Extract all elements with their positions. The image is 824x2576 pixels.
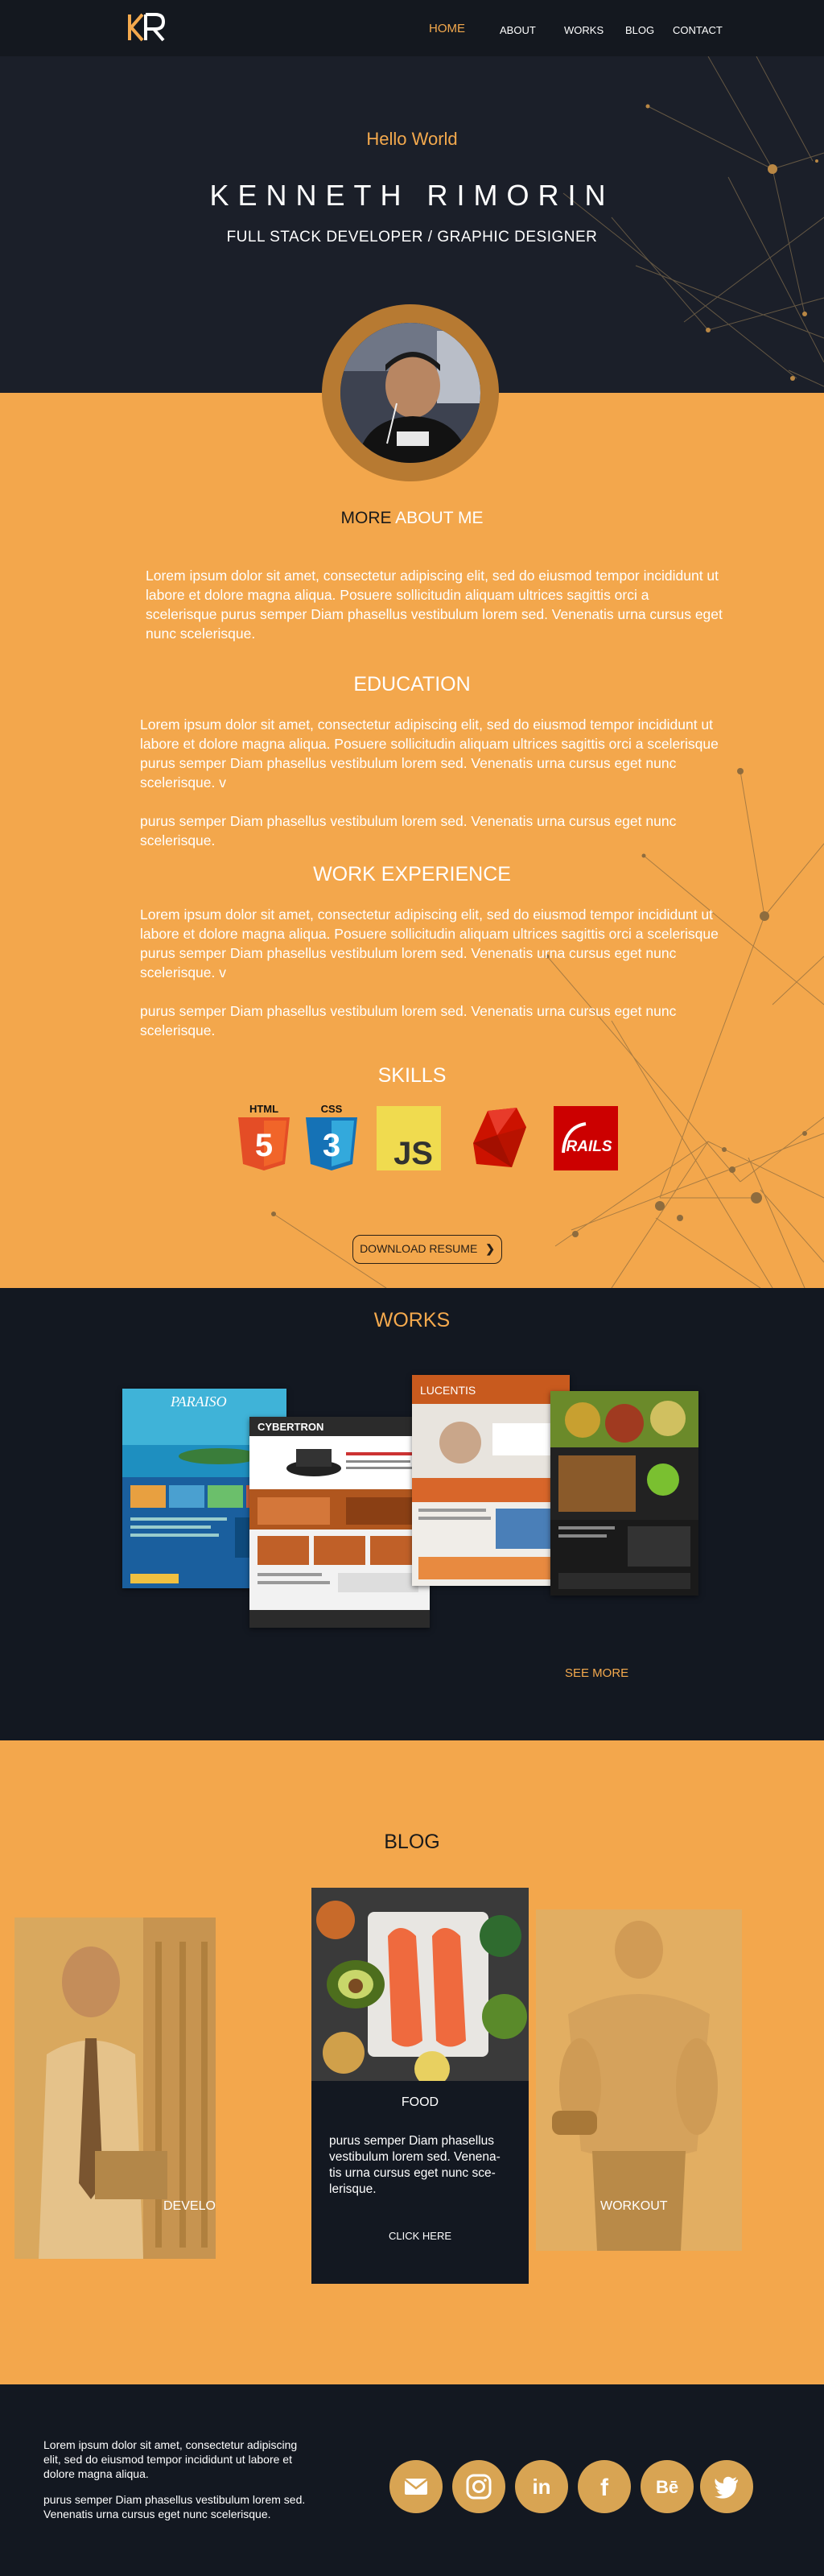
kr-logo[interactable]	[125, 11, 167, 43]
hero-role: FULL STACK DEVELOPER / GRAPHIC DESIGNER	[226, 229, 598, 246]
svg-text:CSS: CSS	[321, 1103, 343, 1115]
cybertron-screenshot: CYBERTRON	[249, 1417, 430, 1628]
skills-title: SKILLS	[377, 1064, 447, 1087]
food-photo	[311, 1888, 529, 2087]
blog-title: BLOG	[384, 1831, 440, 1853]
footer: Lorem ipsum dolor sit amet, consectetur …	[0, 2384, 824, 2576]
facebook-icon[interactable]: f	[578, 2460, 631, 2513]
nav-about[interactable]: ABOUT	[500, 24, 536, 36]
work-text: Lorem ipsum dolor sit amet, consectetur …	[140, 906, 719, 980]
download-resume-label: DOWNLOAD RESUME	[360, 1242, 478, 1255]
blog-card-workout-label: WORKOUT	[600, 2199, 668, 2213]
svg-text:JS: JS	[393, 1136, 433, 1170]
about-intro: Lorem ipsum dolor sit amet, consectetur …	[146, 568, 723, 642]
svg-text:CYBERTRON: CYBERTRON	[258, 1421, 323, 1433]
education-text-2: purus semper Diam phasellus vestibulum l…	[140, 813, 677, 848]
see-more-link[interactable]: SEE MORE	[565, 1666, 628, 1680]
click-here-button[interactable]: CLICK HERE	[311, 2230, 529, 2242]
nav-home[interactable]: HOME	[429, 22, 465, 35]
education-text: Lorem ipsum dolor sit amet, consectetur …	[140, 716, 719, 791]
footer-text-2: purus semper Diam phasellus vestibulum l…	[43, 2493, 306, 2520]
nav-contact[interactable]: CONTACT	[673, 24, 723, 36]
svg-text:5: 5	[255, 1128, 273, 1163]
rails-icon: RAILS	[554, 1106, 618, 1170]
blog-card-workout[interactable]: WORKOUT	[536, 1909, 742, 2251]
ruby-icon	[473, 1108, 526, 1167]
about-section: MORE ABOUT ME Lorem ipsum dolor sit amet…	[0, 393, 824, 1288]
linkedin-icon[interactable]: in	[515, 2460, 568, 2513]
work-item-restaurant[interactable]	[550, 1391, 698, 1596]
javascript-icon: JS	[377, 1106, 441, 1170]
twitter-icon[interactable]	[700, 2460, 753, 2513]
html5-icon: HTML 5	[238, 1103, 290, 1170]
nav-works[interactable]: WORKS	[564, 24, 604, 36]
lucentis-screenshot: LUCENTIS	[412, 1375, 570, 1586]
hero-greeting: Hello World	[366, 129, 458, 149]
svg-text:f: f	[600, 2475, 609, 2501]
work-item-lucentis[interactable]: LUCENTIS	[412, 1375, 570, 1586]
blog-card-food[interactable]: FOOD purus semper Diam phasellus vestibu…	[311, 1888, 529, 2284]
svg-text:HTML: HTML	[249, 1103, 278, 1115]
blog-card-food-label: FOOD	[401, 2095, 439, 2109]
behance-icon[interactable]: Bē	[641, 2460, 694, 2513]
work-title: WORK EXPERIENCE	[313, 863, 511, 886]
education-title: EDUCATION	[353, 673, 471, 696]
svg-text:Bē: Bē	[656, 2477, 678, 2497]
about-title: MORE ABOUT ME	[0, 509, 824, 528]
work-text-2: purus semper Diam phasellus vestibulum l…	[140, 1003, 677, 1038]
svg-text:RAILS: RAILS	[566, 1138, 612, 1155]
svg-text:LUCENTIS: LUCENTIS	[420, 1384, 476, 1397]
top-nav: HOME ABOUT WORKS BLOG CONTACT	[0, 0, 824, 56]
footer-text: Lorem ipsum dolor sit amet, consectetur …	[43, 2438, 298, 2480]
blog-section: BLOG DEVELOPER	[0, 1740, 824, 2384]
avatar-frame	[322, 304, 499, 481]
blog-card-developer-label: DEVELOPER	[163, 2199, 216, 2213]
skills-list: HTML 5 CSS 3 JS RAILS	[232, 1103, 618, 1175]
about-title-strong: MORE	[340, 509, 392, 527]
hero-name: KENNETH RIMORIN	[209, 179, 615, 212]
work-item-cybertron[interactable]: CYBERTRON	[249, 1417, 430, 1628]
svg-text:PARAISO: PARAISO	[170, 1393, 227, 1410]
instagram-icon[interactable]	[452, 2460, 505, 2513]
restaurant-screenshot	[550, 1391, 698, 1596]
about-title-rest: ABOUT ME	[391, 509, 484, 527]
svg-text:in: in	[532, 2475, 550, 2499]
svg-text:3: 3	[323, 1128, 340, 1163]
mail-icon[interactable]	[389, 2460, 443, 2513]
works-section: WORKS PARAISO CYBERTRON LUCENTIS SEE MOR…	[0, 1288, 824, 1740]
css3-icon: CSS 3	[306, 1103, 357, 1170]
blog-card-developer[interactable]: DEVELOPER	[14, 1918, 216, 2259]
chevron-right-icon: ❯	[485, 1242, 495, 1255]
nav-blog[interactable]: BLOG	[625, 24, 654, 36]
works-title: WORKS	[373, 1309, 451, 1331]
download-resume-button[interactable]: DOWNLOAD RESUME ❯	[352, 1235, 502, 1264]
blog-card-food-text: purus semper Diam phasellus vestibulum l…	[329, 2134, 501, 2196]
avatar	[340, 323, 480, 463]
